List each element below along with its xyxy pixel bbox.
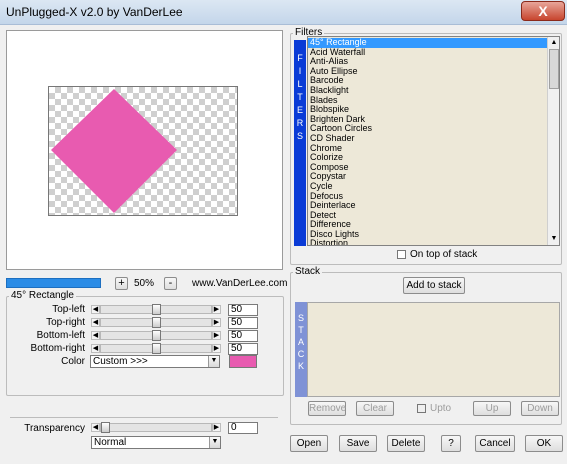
stack-vertical-strip: STACK [295,302,307,397]
clear-button[interactable]: Clear [356,401,394,416]
color-select[interactable]: Custom >>> ▼ [90,355,220,368]
delete-button[interactable]: Delete [387,435,425,452]
filter-list-item[interactable]: Cycle [308,181,547,192]
transparency-right-arrow-icon[interactable]: ▶ [212,423,221,432]
slider-right-arrow-icon[interactable]: ▶ [212,331,221,340]
slider-right-arrow-icon[interactable]: ▶ [212,318,221,327]
color-label: Color [61,356,85,367]
help-button[interactable]: ? [441,435,461,452]
preview-canvas[interactable] [48,86,238,216]
color-select-value: Custom >>> [93,356,148,367]
transparency-slider[interactable] [100,423,212,432]
cancel-button[interactable]: Cancel [475,435,515,452]
param-label: Top-left [52,304,85,315]
close-button[interactable]: X [521,1,565,21]
param-slider-thumb[interactable] [152,330,161,341]
down-button[interactable]: Down [521,401,559,416]
filters-list[interactable]: 45° Rectangle Acid Waterfall Anti-Alias Aut… [307,36,560,246]
filters-scrollbar[interactable]: ▲ ▼ [547,37,559,245]
website-link[interactable]: www.VanDerLee.com [192,278,287,289]
filter-list-item[interactable]: CD Shader [308,133,547,144]
blend-mode-select[interactable]: Normal ▼ [91,436,221,449]
params-group-label: 45° Rectangle [9,290,76,301]
transparency-slider-thumb[interactable] [101,422,110,433]
slider-left-arrow-icon[interactable]: ◀ [91,344,100,353]
save-button[interactable]: Save [339,435,377,452]
param-slider-thumb[interactable] [152,304,161,315]
transparency-left-arrow-icon[interactable]: ◀ [91,423,100,432]
filter-list-item[interactable]: Copystar [308,172,547,182]
param-value-field[interactable]: 50 [228,343,258,355]
preview-shape [51,89,177,213]
filters-scroll-thumb[interactable] [549,49,559,89]
slider-left-arrow-icon[interactable]: ◀ [91,318,100,327]
strip-letter: T [298,325,304,335]
param-value-field[interactable]: 50 [228,304,258,316]
transparency-label: Transparency [24,423,85,434]
zoom-value: 50% [133,278,154,289]
transparency-value-field[interactable]: 0 [228,422,258,434]
blend-mode-value: Normal [94,437,127,448]
param-value-field[interactable]: 50 [228,330,258,342]
strip-letter: S [296,131,303,141]
strip-letter: T [297,92,303,102]
slider-left-arrow-icon[interactable]: ◀ [91,331,100,340]
add-to-stack-button[interactable]: Add to stack [403,277,465,294]
stack-list[interactable] [307,302,560,397]
ok-button[interactable]: OK [525,435,563,452]
remove-button[interactable]: Remove [308,401,346,416]
strip-letter: R [296,118,304,128]
strip-letter: S [297,313,304,323]
strip-letter: K [297,361,304,371]
filters-vertical-strip: FILTERS [294,40,306,246]
filter-list-item[interactable]: Distortion [308,239,547,245]
filter-list-item[interactable]: Deinterlace [308,200,547,211]
on-top-checkbox[interactable] [397,250,406,259]
slider-left-arrow-icon[interactable]: ◀ [91,305,100,314]
strip-letter: E [296,105,303,115]
upto-checkbox[interactable] [417,404,426,413]
param-slider-thumb[interactable] [152,317,161,328]
strip-letter: F [297,53,303,63]
param-value-field[interactable]: 50 [228,317,258,329]
window-title: UnPlugged-X v2.0 by VanDerLee [6,5,183,19]
slider-right-arrow-icon[interactable]: ▶ [212,344,221,353]
filter-list-item[interactable]: Blacklight [308,85,547,96]
zoom-in-button[interactable]: + [115,277,128,290]
filter-list-item[interactable]: Chrome [308,143,547,154]
zoom-out-button[interactable]: - [164,277,177,290]
zoom-progress-bar [6,278,101,288]
filter-list-item[interactable]: Auto Ellipse [308,66,547,77]
open-button[interactable]: Open [290,435,328,452]
up-button[interactable]: Up [473,401,511,416]
color-swatch[interactable] [229,355,257,368]
divider [10,417,278,418]
strip-letter: A [297,337,304,347]
strip-letter: L [297,79,303,89]
stack-group-label: Stack [293,266,323,277]
strip-letter: I [298,66,302,76]
on-top-label: On top of stack [410,249,478,260]
scroll-up-icon[interactable]: ▲ [549,38,559,48]
param-label: Bottom-right [30,343,85,354]
slider-right-arrow-icon[interactable]: ▶ [212,305,221,314]
chevron-down-icon: ▼ [208,356,219,367]
param-slider-thumb[interactable] [152,343,161,354]
scroll-down-icon[interactable]: ▼ [549,234,559,244]
strip-letter: C [297,349,305,359]
upto-label: Upto [430,403,452,414]
param-label: Top-right [46,317,85,328]
param-label: Bottom-left [36,330,85,341]
chevron-down-icon: ▼ [209,437,220,448]
